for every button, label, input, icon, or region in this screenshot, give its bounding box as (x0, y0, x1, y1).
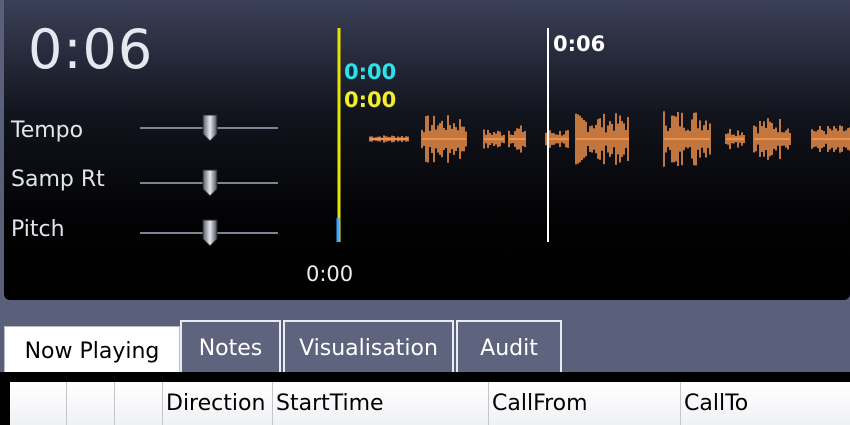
column-header-blank-2[interactable] (67, 382, 115, 425)
tab-notes[interactable]: Notes (180, 320, 281, 374)
waveform-bars (369, 111, 850, 167)
table-header: Direction StartTime CallFrom CallTo (10, 382, 850, 425)
calls-table: Direction StartTime CallFrom CallTo (0, 372, 850, 425)
column-header-blank-3[interactable] (115, 382, 163, 425)
waveform-display[interactable] (4, 0, 850, 300)
column-header-start-time[interactable]: StartTime (273, 382, 489, 425)
column-header-direction[interactable]: Direction (163, 382, 273, 425)
audio-player-panel: 0:06 Tempo Samp Rt Pitch 0:00 0:00 0:06 … (4, 0, 850, 300)
start-marker-cyan-label: 0:00 (344, 60, 397, 84)
tab-bar: Now Playing Notes Visualisation Audit (0, 318, 850, 376)
column-header-call-from[interactable]: CallFrom (489, 382, 681, 425)
column-header-blank-1[interactable] (10, 382, 67, 425)
tab-visualisation[interactable]: Visualisation (283, 320, 454, 374)
tab-audit[interactable]: Audit (456, 320, 562, 374)
tab-now-playing[interactable]: Now Playing (4, 326, 180, 376)
column-header-call-to[interactable]: CallTo (681, 382, 850, 425)
start-marker-yellow-label: 0:00 (344, 88, 397, 112)
timeline-start-label: 0:00 (306, 262, 354, 286)
playhead-time-label: 0:06 (553, 32, 606, 56)
